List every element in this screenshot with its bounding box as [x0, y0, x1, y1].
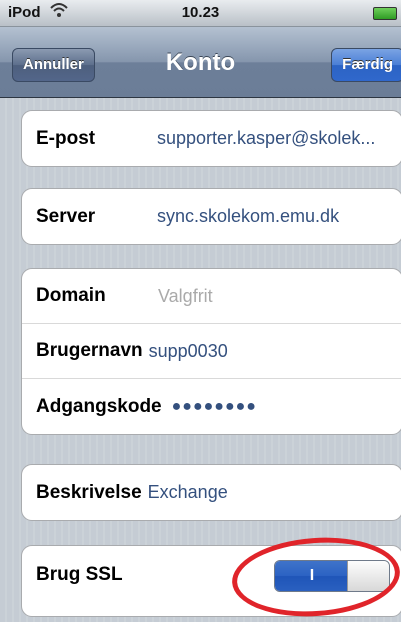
done-button[interactable]: Færdig	[331, 48, 401, 82]
ssl-label: Brug SSL	[36, 564, 123, 585]
email-field[interactable]: supporter.kasper@skolek...	[157, 128, 387, 149]
server-field[interactable]: sync.skolekom.emu.dk	[157, 206, 387, 227]
domain-row[interactable]: Domain Valgfrit	[22, 269, 401, 324]
navigation-bar: Annuller Konto Færdig	[0, 27, 401, 98]
clock: 10.23	[181, 4, 220, 21]
username-row[interactable]: Brugernavn supp0030	[22, 324, 401, 379]
description-row[interactable]: Beskrivelse Exchange	[22, 465, 401, 520]
server-label: Server	[36, 205, 96, 227]
description-label: Beskrivelse	[36, 481, 142, 503]
email-row[interactable]: E-post supporter.kasper@skolek...	[22, 111, 401, 166]
domain-field[interactable]: Valgfrit	[158, 286, 213, 307]
email-label: E-post	[36, 127, 96, 149]
server-row[interactable]: Server sync.skolekom.emu.dk	[22, 189, 401, 244]
email-group: E-post supporter.kasper@skolek...	[21, 110, 401, 167]
status-bar: iPod 10.23	[0, 0, 401, 27]
password-row[interactable]: Adgangskode ●●●●●●●●	[22, 379, 401, 434]
password-label: Adgangskode	[36, 395, 162, 417]
description-field[interactable]: Exchange	[148, 482, 228, 503]
battery-icon	[373, 7, 397, 20]
server-group: Server sync.skolekom.emu.dk	[21, 188, 401, 245]
description-group: Beskrivelse Exchange	[21, 464, 401, 521]
password-field[interactable]: ●●●●●●●●	[172, 398, 257, 416]
username-field[interactable]: supp0030	[149, 341, 228, 362]
domain-label: Domain	[36, 285, 106, 306]
username-label: Brugernavn	[36, 340, 143, 361]
credentials-group: Domain Valgfrit Brugernavn supp0030 Adga…	[21, 268, 401, 435]
